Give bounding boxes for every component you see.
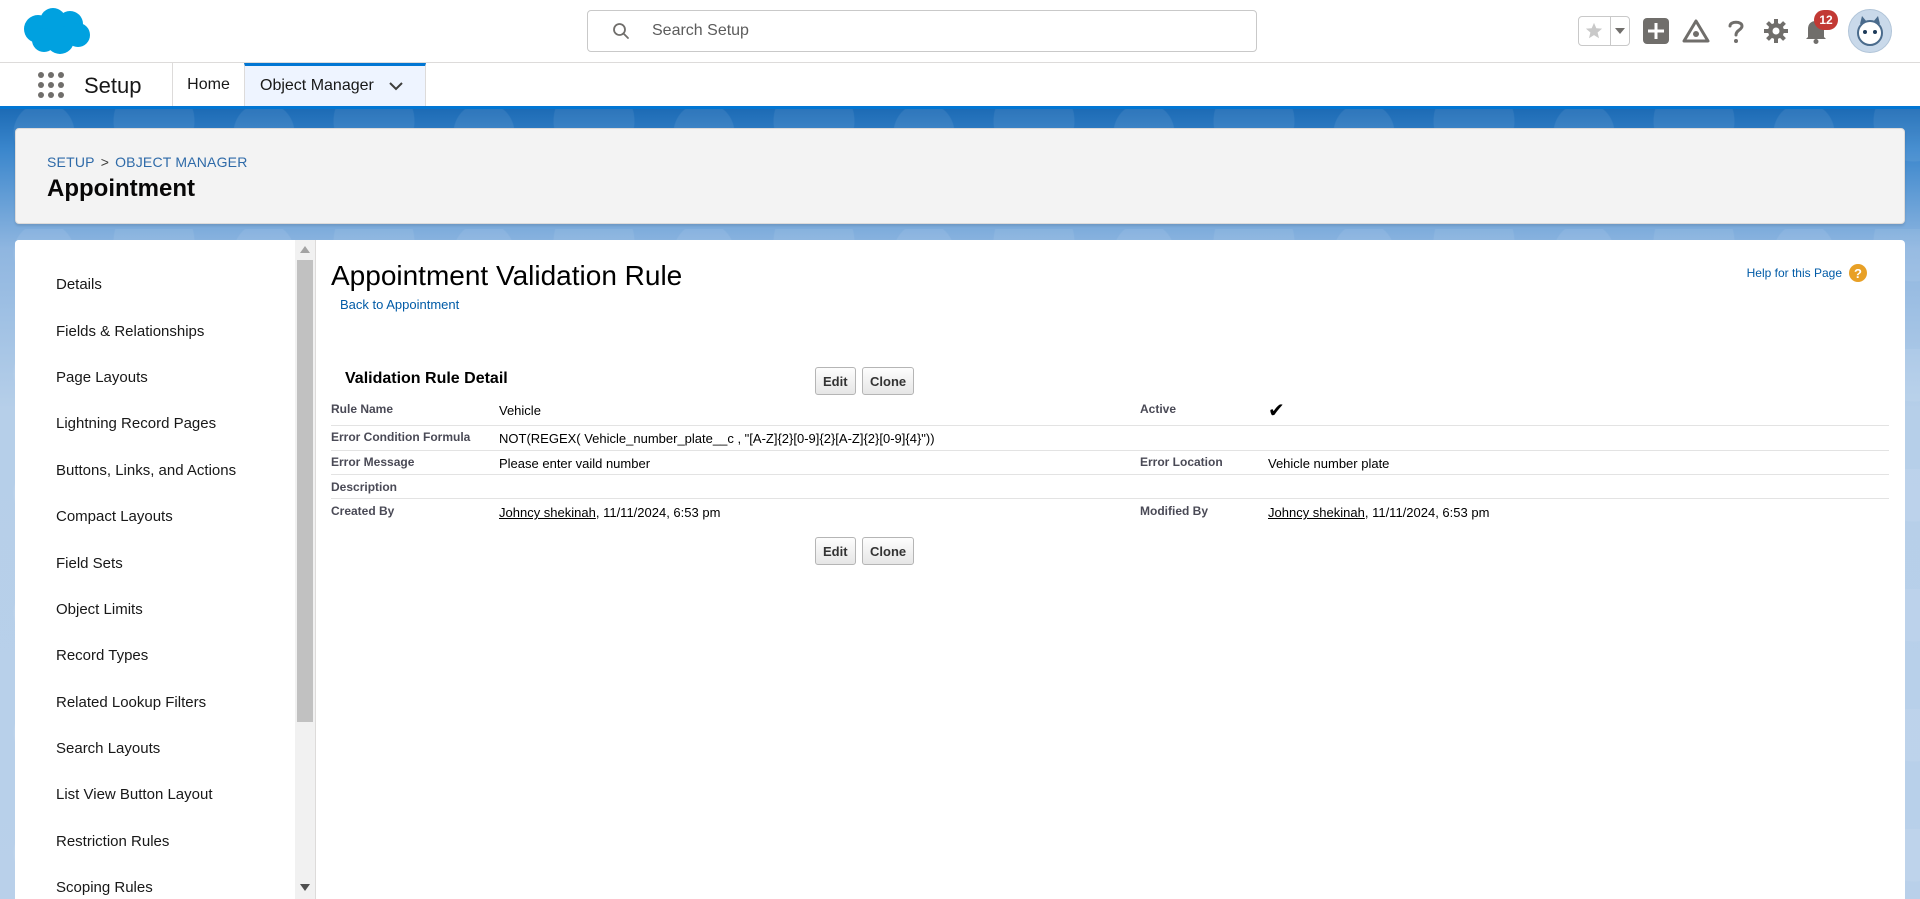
clone-button-bottom[interactable]: Clone	[862, 537, 915, 565]
nav-bar: Setup Home Object Manager	[0, 63, 1920, 109]
breadcrumb-object-manager[interactable]: OBJECT MANAGER	[115, 154, 247, 170]
help-icon: ?	[1849, 264, 1867, 282]
active-checkmark-icon: ✔	[1268, 400, 1285, 422]
tab-home[interactable]: Home	[172, 63, 244, 106]
modified-by-user-link[interactable]: Johncy shekinah	[1268, 505, 1365, 520]
sidebar: Details Fields & Relationships Page Layo…	[15, 240, 315, 899]
sidebar-item-related-lookup-filters[interactable]: Related Lookup Filters	[56, 694, 206, 711]
search-icon	[613, 23, 629, 39]
formula-label: Error Condition Formula	[331, 430, 471, 444]
sidebar-item-object-limits[interactable]: Object Limits	[56, 601, 143, 618]
created-by-date: , 11/11/2024, 6:53 pm	[595, 505, 721, 520]
help-for-this-page[interactable]: Help for this Page ?	[1747, 264, 1867, 282]
search-input[interactable]	[652, 22, 1212, 40]
detail-row-rule-name: Rule Name Vehicle Active ✔	[331, 396, 1889, 426]
bell-icon[interactable]: 12	[1802, 10, 1838, 45]
main-card: Details Fields & Relationships Page Layo…	[15, 240, 1905, 899]
error-message-label: Error Message	[331, 455, 415, 469]
sidebar-item-list-view-button-layout[interactable]: List View Button Layout	[56, 786, 213, 803]
description-label: Description	[331, 480, 398, 494]
sidebar-item-page-layouts[interactable]: Page Layouts	[56, 369, 148, 386]
sidebar-item-record-types[interactable]: Record Types	[56, 647, 148, 664]
rule-name-value: Vehicle	[499, 403, 541, 418]
app-name: Setup	[84, 73, 142, 98]
chevron-down-icon[interactable]	[1609, 17, 1629, 45]
edit-button-bottom[interactable]: Edit	[815, 537, 856, 565]
formula-value: NOT(REGEX( Vehicle_number_plate__c , "[A…	[499, 431, 935, 446]
breadcrumb: SETUP > OBJECT MANAGER	[47, 154, 248, 170]
help-icon[interactable]	[1722, 17, 1750, 45]
search-box[interactable]	[587, 10, 1257, 52]
created-by-value: Johncy shekinah, 11/11/2024, 6:53 pm	[499, 505, 720, 520]
detail-row-created-modified: Created By Johncy shekinah, 11/11/2024, …	[331, 499, 1889, 529]
error-message-value: Please enter vaild number	[499, 456, 651, 471]
error-location-label: Error Location	[1140, 455, 1223, 469]
modified-by-value: Johncy shekinah, 11/11/2024, 6:53 pm	[1268, 505, 1489, 520]
sidebar-scrollbar[interactable]	[295, 240, 315, 899]
tab-home-label: Home	[187, 75, 230, 93]
header-actions: 12	[1578, 9, 1892, 53]
created-by-label: Created By	[331, 504, 395, 518]
notification-badge: 12	[1814, 10, 1838, 30]
detail-row-error-message: Error Message Please enter vaild number …	[331, 451, 1889, 475]
detail-row-formula: Error Condition Formula NOT(REGEX( Vehic…	[331, 426, 1889, 451]
favorites-group	[1578, 16, 1630, 46]
chevron-down-icon[interactable]	[388, 78, 404, 94]
modified-by-label: Modified By	[1140, 504, 1208, 518]
scroll-up-icon[interactable]	[300, 246, 310, 253]
help-link-label: Help for this Page	[1746, 266, 1842, 280]
rule-name-label: Rule Name	[331, 402, 394, 416]
active-label: Active	[1140, 402, 1177, 416]
section-title: Validation Rule Detail	[345, 370, 508, 387]
error-location-value: Vehicle number plate	[1268, 456, 1390, 471]
sidebar-item-compact-layouts[interactable]: Compact Layouts	[56, 508, 173, 525]
sidebar-item-details[interactable]: Details	[56, 276, 102, 293]
clone-button[interactable]: Clone	[862, 367, 915, 395]
breadcrumb-separator: >	[100, 154, 110, 170]
global-header: 12	[0, 0, 1920, 63]
sidebar-item-field-sets[interactable]: Field Sets	[56, 555, 123, 572]
star-icon[interactable]	[1579, 17, 1610, 45]
sidebar-item-buttons-links-actions[interactable]: Buttons, Links, and Actions	[56, 462, 236, 479]
salesforce-cloud-logo[interactable]	[20, 7, 92, 57]
back-to-appointment-link[interactable]: Back to Appointment	[340, 297, 459, 312]
avatar[interactable]	[1848, 9, 1892, 53]
plus-icon[interactable]	[1642, 17, 1670, 45]
breadcrumb-setup[interactable]: SETUP	[47, 154, 95, 170]
content-area: Appointment Validation Rule Back to Appo…	[316, 240, 1905, 899]
tab-object-manager[interactable]: Object Manager	[244, 63, 426, 106]
trailhead-icon[interactable]	[1682, 17, 1710, 45]
sidebar-item-restriction-rules[interactable]: Restriction Rules	[56, 833, 169, 850]
app-launcher-icon[interactable]	[18, 63, 84, 106]
modified-by-date: , 11/11/2024, 6:53 pm	[1364, 505, 1490, 520]
sidebar-item-scoping-rules[interactable]: Scoping Rules	[56, 879, 153, 896]
scrollbar-thumb[interactable]	[297, 260, 313, 722]
sidebar-item-fields-relationships[interactable]: Fields & Relationships	[56, 323, 204, 340]
scroll-down-icon[interactable]	[300, 884, 310, 891]
detail-row-description: Description	[331, 475, 1889, 499]
tab-object-manager-label: Object Manager	[260, 77, 374, 94]
edit-button[interactable]: Edit	[815, 367, 856, 395]
gear-icon[interactable]	[1762, 17, 1790, 45]
sidebar-item-lightning-record-pages[interactable]: Lightning Record Pages	[56, 415, 216, 432]
object-header: SETUP > OBJECT MANAGER Appointment	[15, 128, 1905, 224]
sidebar-item-search-layouts[interactable]: Search Layouts	[56, 740, 160, 757]
content-title: Appointment Validation Rule	[331, 260, 683, 291]
created-by-user-link[interactable]: Johncy shekinah	[499, 505, 596, 520]
page-title: Appointment	[47, 175, 195, 202]
